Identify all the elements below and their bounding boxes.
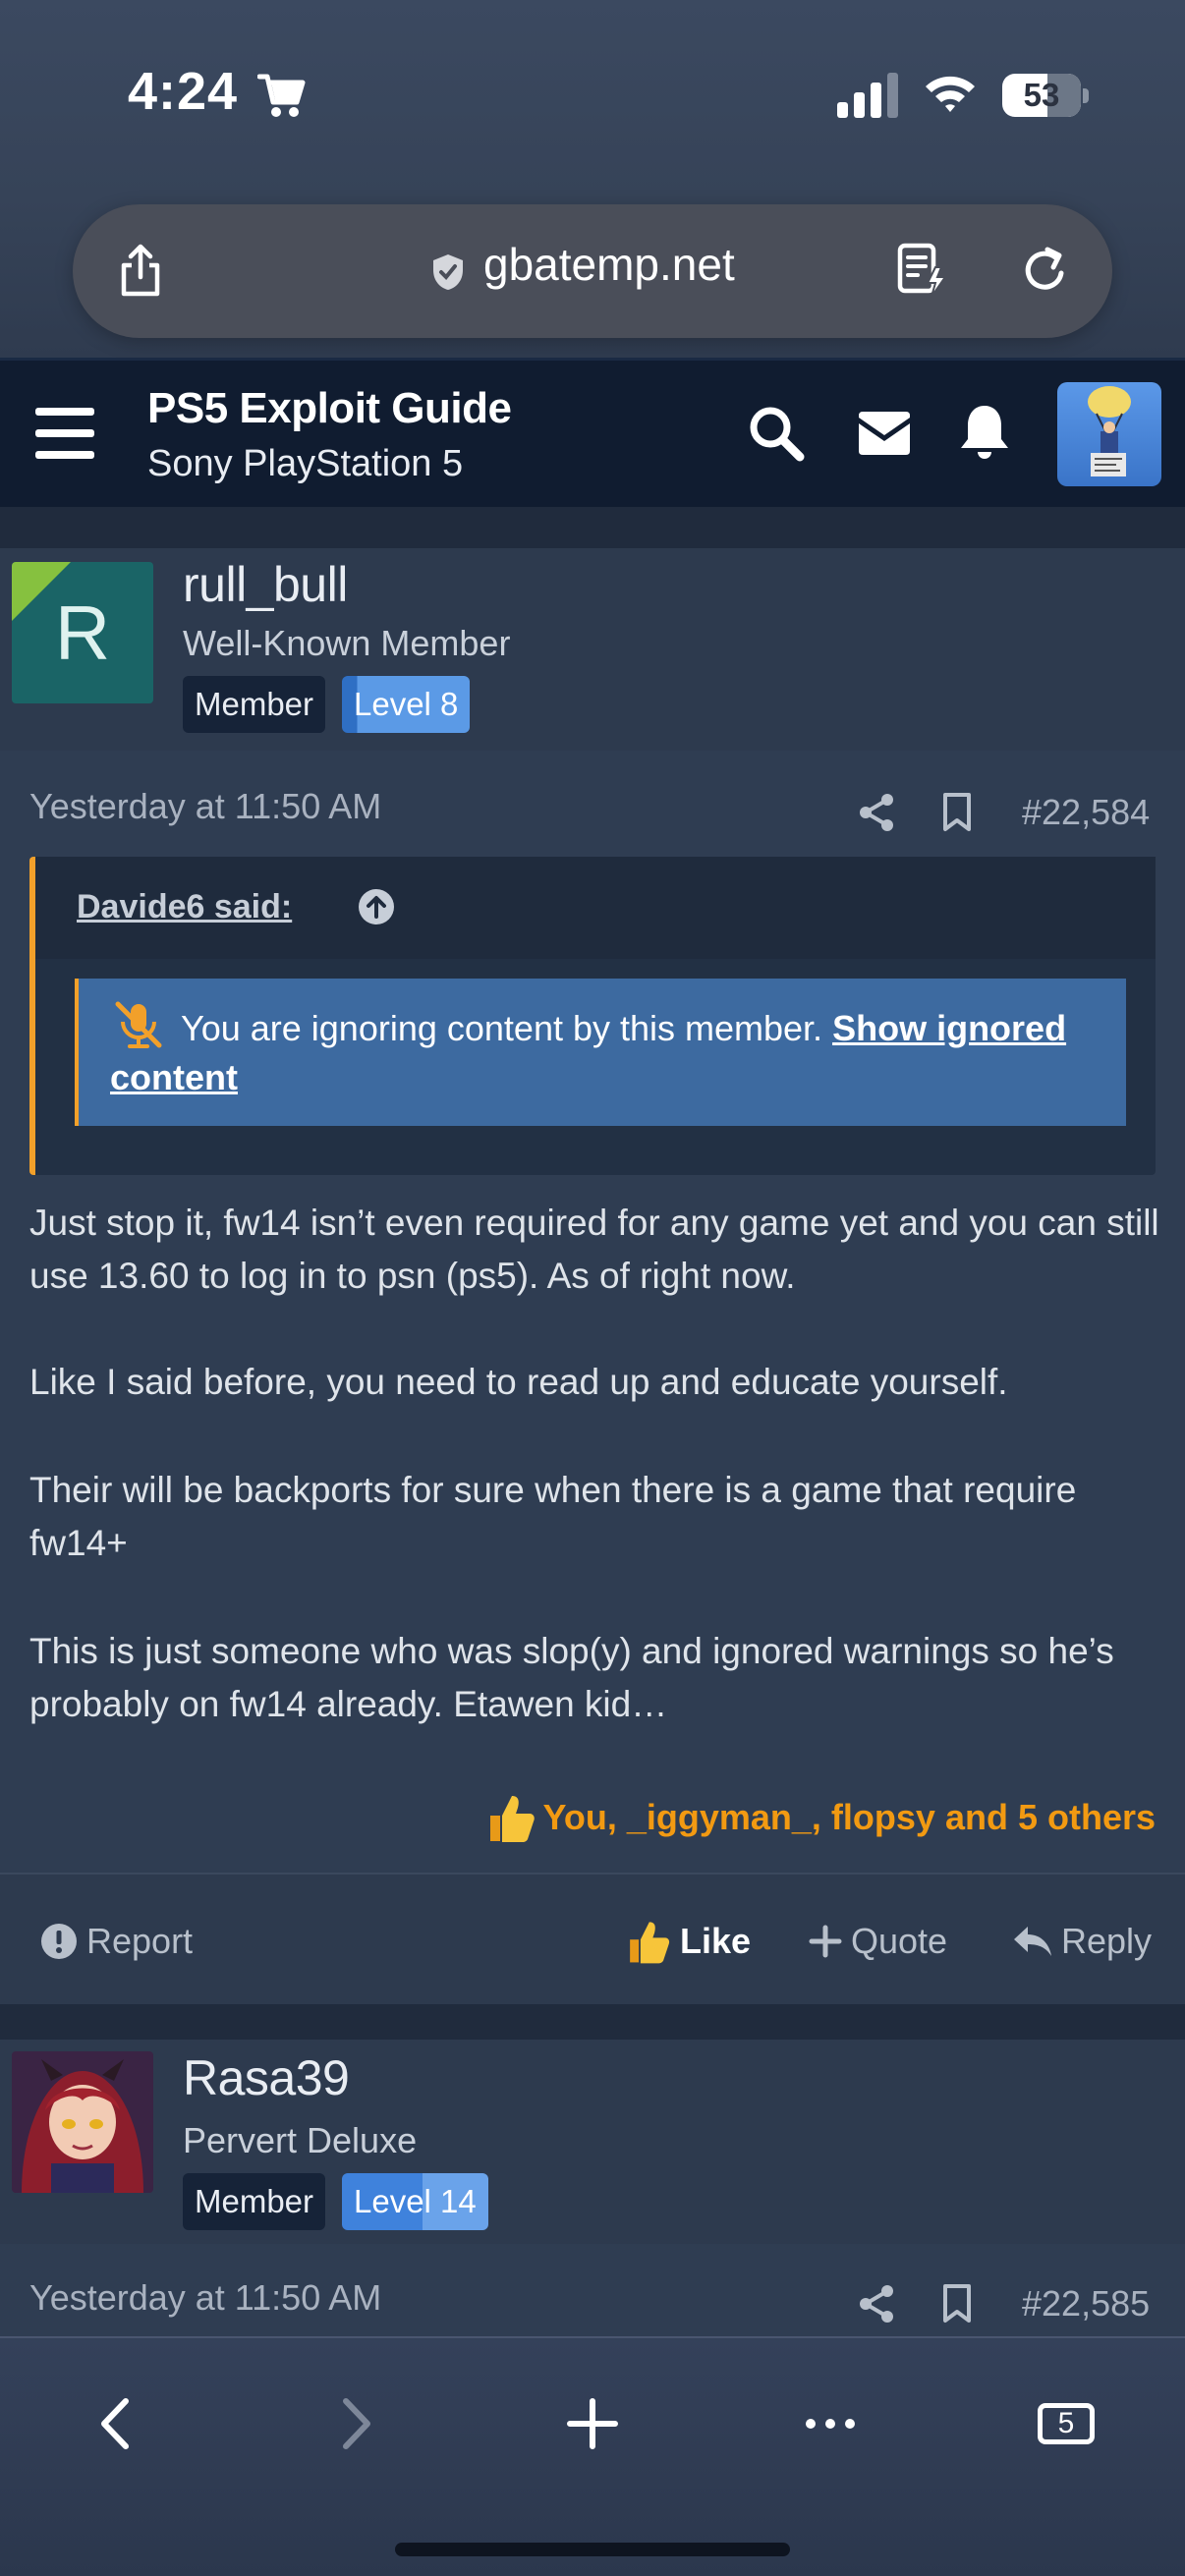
quote-header: Davide6 said: xyxy=(35,857,1156,959)
reply-button[interactable]: Reply xyxy=(1012,1912,1152,1971)
browser-top-chrome: 4:24 53 gbatemp.net xyxy=(0,0,1185,358)
post-paragraph: This is just someone who was slop(y) and… xyxy=(29,1631,1114,1724)
post-date[interactable]: Yesterday at 11:50 AM xyxy=(29,786,381,827)
username[interactable]: Rasa39 xyxy=(183,2049,350,2106)
like-label: Like xyxy=(680,1921,752,1961)
address-bar[interactable]: gbatemp.net xyxy=(73,204,1112,338)
mail-icon[interactable] xyxy=(855,410,914,457)
post-date[interactable]: Yesterday at 11:50 AM xyxy=(29,2277,381,2319)
back-chevron-icon[interactable] xyxy=(83,2389,151,2458)
site-header: PS5 Exploit Guide Sony PlayStation 5 xyxy=(0,358,1185,507)
like-thumb-icon xyxy=(630,1922,670,1964)
ignored-content-notice: You are ignoring content by this member.… xyxy=(75,979,1126,1126)
url-text[interactable]: gbatemp.net xyxy=(483,238,735,291)
more-dots-icon[interactable] xyxy=(796,2389,865,2458)
tab-count: 5 xyxy=(1038,2403,1095,2444)
status-bar: 4:24 53 xyxy=(0,0,1185,187)
member-badge: Member xyxy=(183,676,326,733)
anime-avatar-icon xyxy=(12,2051,153,2193)
reactions-text[interactable]: You, _iggyman_, flopsy and 5 others xyxy=(543,1797,1156,1838)
cart-icon xyxy=(257,74,306,117)
battery-indicator: 53 xyxy=(1002,74,1089,117)
post-number[interactable]: #22,584 xyxy=(1022,792,1150,833)
quote-block: Davide6 said: You are ignoring content b… xyxy=(29,857,1156,1175)
bookmark-icon[interactable] xyxy=(941,792,973,833)
tabs-button[interactable]: 5 xyxy=(1032,2389,1100,2458)
forward-chevron-icon[interactable] xyxy=(320,2389,389,2458)
like-button[interactable]: Like xyxy=(623,1912,751,1971)
quote-label: Quote xyxy=(851,1921,948,1961)
user-title: Pervert Deluxe xyxy=(183,2120,418,2160)
level-badge: Level 8 xyxy=(342,676,471,733)
reactions-summary[interactable]: You, _iggyman_, flopsy and 5 others xyxy=(482,1788,1156,1847)
share-icon[interactable] xyxy=(112,242,169,299)
thumbs-up-icon xyxy=(489,1796,535,1842)
reload-icon[interactable] xyxy=(1018,242,1073,299)
post-separator xyxy=(0,2004,1185,2040)
post-number[interactable]: #22,585 xyxy=(1022,2283,1150,2324)
plus-icon xyxy=(809,1925,842,1958)
status-time: 4:24 xyxy=(128,62,239,121)
reply-arrow-icon xyxy=(1014,1927,1051,1956)
reader-mode-icon[interactable] xyxy=(894,242,949,299)
menu-hamburger-icon[interactable] xyxy=(35,408,94,461)
report-button[interactable]: Report xyxy=(39,1912,193,1971)
wifi-icon xyxy=(926,76,975,112)
post-paragraph: Their will be backports for sure when th… xyxy=(29,1470,1077,1563)
bookmark-icon[interactable] xyxy=(941,2283,973,2324)
thread-title[interactable]: PS5 Exploit Guide xyxy=(147,384,512,433)
balloon-avatar-icon xyxy=(1088,386,1131,476)
post-paragraph: Like I said before, you need to read up … xyxy=(29,1362,1008,1402)
cellular-signal-icon xyxy=(837,73,898,118)
post-user-bar: Rasa39 Pervert Deluxe Member Level 14 xyxy=(0,2040,1185,2244)
post-share-icon[interactable] xyxy=(857,792,896,833)
browser-bottom-toolbar: 5 xyxy=(0,2336,1185,2576)
quote-author-link[interactable]: Davide6 said: xyxy=(77,888,292,926)
home-indicator xyxy=(395,2543,790,2556)
user-title: Well-Known Member xyxy=(183,623,511,663)
alert-icon xyxy=(41,1924,77,1959)
forum-name[interactable]: Sony PlayStation 5 xyxy=(147,443,463,485)
section-divider xyxy=(0,507,1185,548)
reply-label: Reply xyxy=(1061,1921,1153,1961)
username[interactable]: rull_bull xyxy=(183,556,348,613)
avatar[interactable]: R xyxy=(12,562,153,703)
level-badge: Level 14 xyxy=(342,2173,488,2230)
post-share-icon[interactable] xyxy=(857,2283,896,2324)
post-user-bar: R rull_bull Well-Known Member Member Lev… xyxy=(0,548,1185,751)
search-icon[interactable] xyxy=(747,404,806,463)
secure-shield-icon xyxy=(433,254,463,290)
post-action-bar: Report Like Quote Reply xyxy=(0,1873,1185,2004)
quote-button[interactable]: Quote xyxy=(808,1912,947,1971)
battery-percent: 53 xyxy=(1023,77,1060,113)
avatar[interactable] xyxy=(12,2051,153,2193)
bell-icon[interactable] xyxy=(957,402,1012,463)
member-badge: Member xyxy=(183,2173,326,2230)
report-label: Report xyxy=(86,1921,194,1961)
ignore-message: You are ignoring content by this member. xyxy=(181,1008,823,1048)
new-tab-plus-icon[interactable] xyxy=(558,2389,627,2458)
post-paragraph: Just stop it, fw14 isn’t even required f… xyxy=(29,1203,1159,1296)
jump-to-quote-icon[interactable] xyxy=(358,888,395,925)
account-avatar[interactable] xyxy=(1057,382,1161,486)
